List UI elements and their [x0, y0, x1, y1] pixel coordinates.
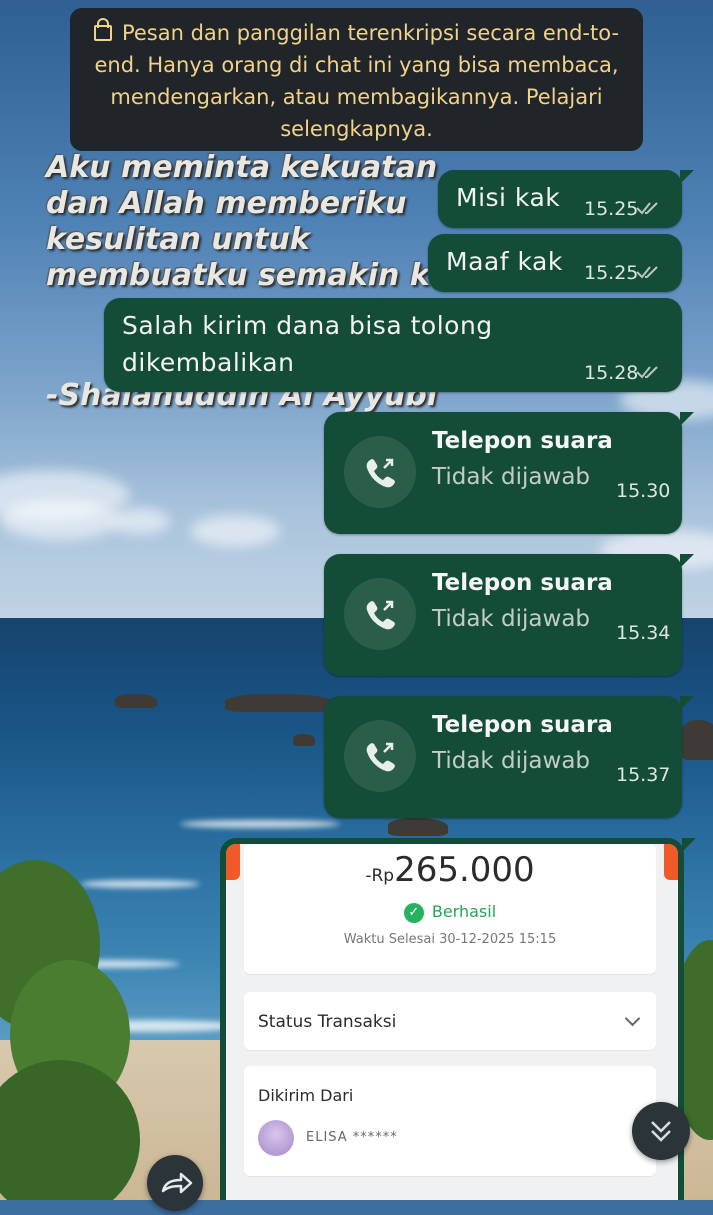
receipt-accent	[664, 844, 678, 880]
message-bubble[interactable]: Misi kak 15.25	[438, 170, 694, 228]
message-bubble[interactable]: Salah kirim dana bisa tolong dikembalika…	[104, 298, 682, 392]
avatar	[258, 1120, 294, 1156]
success-status: ✓ Berhasil	[244, 902, 656, 923]
wallpaper-quote: Aku meminta kekuatan dan Allah memberiku…	[46, 150, 486, 293]
call-time: 15.30	[616, 480, 671, 502]
sender-label: Dikirim Dari	[258, 1086, 354, 1105]
outgoing-call-icon	[344, 578, 416, 650]
double-chevron-down-icon	[651, 1121, 671, 1142]
transfer-amount: -Rp265.000	[244, 850, 656, 890]
check-circle-icon: ✓	[403, 902, 424, 923]
call-time: 15.34	[616, 622, 671, 644]
transaction-status-row[interactable]: Status Transaksi	[244, 992, 656, 1050]
forward-arrow-icon	[161, 1172, 193, 1194]
double-check-icon	[636, 366, 658, 379]
receipt-accent	[226, 844, 240, 880]
forward-button[interactable]	[147, 1155, 203, 1211]
voice-call-bubble[interactable]: Telepon suara Tidak dijawab 15.37	[324, 696, 694, 818]
outgoing-call-icon	[344, 720, 416, 792]
success-label: Berhasil	[431, 902, 497, 921]
message-time: 15.25	[584, 198, 639, 220]
double-check-icon	[636, 202, 658, 215]
message-time: 15.25	[584, 262, 639, 284]
scroll-to-bottom-button[interactable]	[632, 1102, 690, 1160]
encryption-notice-text: Pesan dan panggilan terenkripsi secara e…	[94, 21, 620, 141]
call-title: Telepon suara	[432, 712, 613, 738]
message-bubble[interactable]: Maaf kak 15.25	[428, 234, 682, 292]
outgoing-call-icon	[344, 436, 416, 508]
encryption-notice[interactable]: Pesan dan panggilan terenkripsi secara e…	[70, 8, 643, 151]
transaction-status-label: Status Transaksi	[258, 1012, 397, 1032]
sender-name: ELISA ******	[306, 1130, 398, 1145]
sender-card: Dikirim Dari ELISA ******	[244, 1066, 656, 1176]
call-status: Tidak dijawab	[432, 606, 591, 632]
transfer-receipt-image[interactable]: -Rp265.000 ✓ Berhasil Waktu Selesai 30-12…	[226, 844, 678, 1200]
message-time: 15.28	[584, 362, 639, 384]
voice-call-bubble[interactable]: Telepon suara Tidak dijawab 15.34	[324, 554, 694, 676]
voice-call-bubble[interactable]: Telepon suara Tidak dijawab 15.30	[324, 412, 694, 534]
lock-icon	[93, 18, 112, 41]
double-check-icon	[636, 266, 658, 279]
message-text: Salah kirim dana bisa tolong dikembalika…	[122, 311, 493, 377]
amount-value: 265.000	[394, 850, 535, 890]
call-title: Telepon suara	[432, 570, 613, 596]
call-title: Telepon suara	[432, 428, 613, 454]
message-text: Maaf kak	[446, 247, 563, 276]
image-message-bubble[interactable]: -Rp265.000 ✓ Berhasil Waktu Selesai 30-12…	[220, 838, 696, 1200]
completed-time: Waktu Selesai 30-12-2025 15:15	[343, 932, 557, 947]
call-time: 15.37	[616, 764, 671, 786]
currency-label: -Rp	[365, 866, 395, 886]
chevron-down-icon	[624, 1010, 641, 1027]
call-status: Tidak dijawab	[432, 748, 591, 774]
amount-card: -Rp265.000 ✓ Berhasil Waktu Selesai 30-12…	[244, 844, 656, 974]
call-status: Tidak dijawab	[432, 464, 591, 490]
message-text: Misi kak	[456, 183, 561, 212]
